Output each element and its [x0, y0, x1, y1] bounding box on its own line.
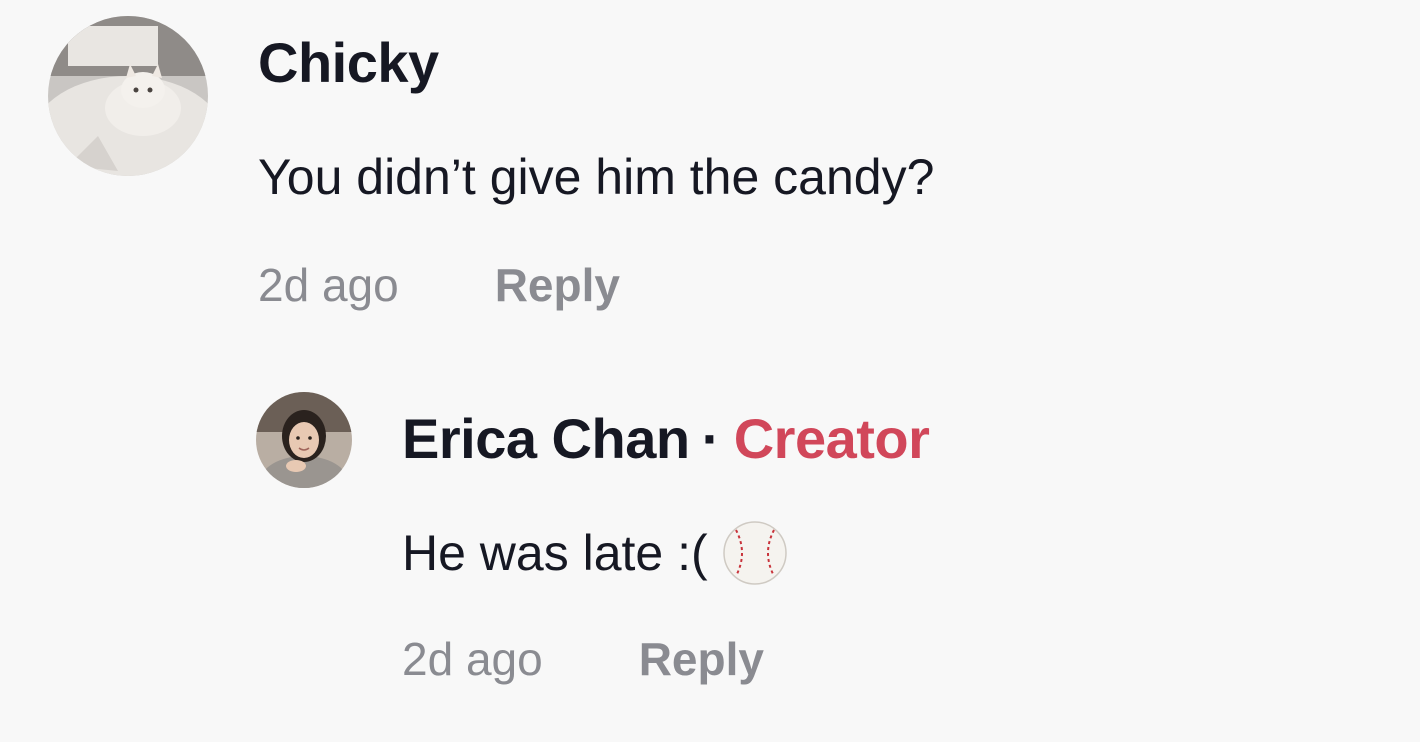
- avatar[interactable]: [256, 392, 352, 488]
- comment-username[interactable]: Chicky: [258, 30, 439, 95]
- comment-text: You didn’t give him the candy?: [258, 149, 935, 205]
- reply-header: Erica Chan · Creator: [402, 406, 930, 471]
- avatar[interactable]: [48, 16, 208, 176]
- baseball-icon: [722, 520, 788, 586]
- comment-username[interactable]: Erica Chan: [402, 407, 690, 470]
- creator-badge: Creator: [733, 407, 930, 470]
- cat-avatar-icon: [48, 16, 208, 176]
- name-separator: ·: [701, 407, 721, 470]
- comment-timestamp: 2d ago: [258, 259, 399, 311]
- comment-meta: 2d ago Reply: [258, 258, 620, 312]
- comment-text-row: He was late :(: [402, 520, 788, 586]
- person-avatar-icon: [256, 392, 352, 488]
- reply-button[interactable]: Reply: [495, 259, 620, 311]
- comment-meta: 2d ago Reply: [402, 632, 764, 686]
- comment-text: He was late :(: [402, 525, 708, 581]
- comment-timestamp: 2d ago: [402, 633, 543, 685]
- reply-button[interactable]: Reply: [639, 633, 764, 685]
